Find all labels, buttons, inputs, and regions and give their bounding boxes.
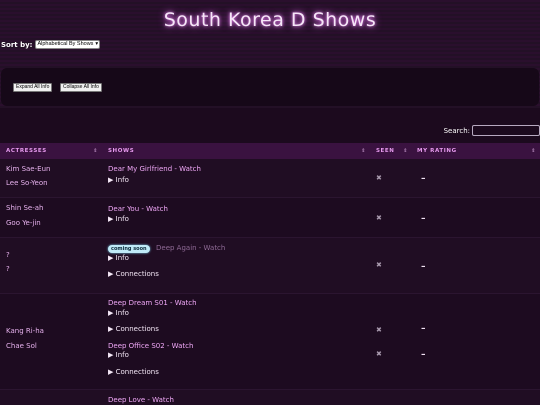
disclosure-icon: ▶ bbox=[108, 309, 114, 317]
sort-icon: ⇕ bbox=[361, 148, 366, 154]
search-label: Search: bbox=[443, 126, 470, 135]
select-arrow-icon: ▾ bbox=[95, 41, 99, 47]
actress-name[interactable]: Lee So-Yeon bbox=[6, 179, 48, 187]
rating-value: – bbox=[421, 324, 426, 334]
th-actresses[interactable]: ACTRESSES ⇕ bbox=[6, 143, 102, 159]
disclosure-icon: ▶ bbox=[108, 215, 114, 223]
rating-value: – bbox=[421, 174, 426, 184]
seen-icon: ✖ bbox=[376, 174, 382, 182]
table-row: ? ? coming soon Deep Again - Watch ▶ Inf… bbox=[0, 238, 540, 294]
table-row: Kim Sae-Eun Lee So-Yeon Dear My Girlfrie… bbox=[0, 159, 540, 198]
disclosure-icon: ▶ bbox=[108, 351, 114, 359]
info-toggle[interactable]: ▶ Info bbox=[108, 176, 129, 184]
th-rating[interactable]: MY RATING ⇕ bbox=[417, 143, 540, 159]
sort-icon: ⇕ bbox=[93, 148, 98, 154]
actress-name[interactable]: Kim Sae-Eun bbox=[6, 165, 50, 173]
show-link[interactable]: Deep Love - Watch bbox=[108, 396, 174, 404]
sort-control: Sort by: Alphabetical By Shows ▾ bbox=[1, 40, 101, 49]
show-link[interactable]: Deep Again - Watch bbox=[156, 244, 225, 252]
coming-soon-badge: coming soon bbox=[108, 245, 150, 253]
rating-value: – bbox=[421, 350, 426, 360]
search-bar: Search: bbox=[444, 125, 540, 136]
rating-value: – bbox=[421, 214, 426, 224]
rating-value: – bbox=[421, 262, 426, 272]
connections-toggle[interactable]: ▶ Connections bbox=[108, 270, 159, 278]
info-toggle[interactable]: ▶ Info bbox=[108, 309, 129, 317]
disclosure-icon: ▶ bbox=[108, 254, 114, 262]
seen-icon: ✖ bbox=[376, 350, 382, 358]
connections-toggle[interactable]: ▶ Connections bbox=[108, 325, 159, 333]
show-link[interactable]: Deep Dream S01 - Watch bbox=[108, 299, 197, 307]
show-link[interactable]: Deep Office S02 - Watch bbox=[108, 342, 193, 350]
search-input[interactable] bbox=[472, 125, 540, 136]
info-toggle[interactable]: ▶ Info bbox=[108, 254, 129, 262]
actress-name[interactable]: Shin Se-ah bbox=[6, 204, 44, 212]
seen-icon: ✖ bbox=[376, 326, 382, 334]
table-row: Deep Love - Watch bbox=[0, 390, 540, 405]
th-shows[interactable]: SHOWS ⇕ bbox=[108, 143, 370, 159]
actress-name[interactable]: Chae Sol bbox=[6, 342, 37, 350]
page-title: South Korea D Shows bbox=[163, 9, 377, 31]
actress-name[interactable]: Kang Ri-ha bbox=[6, 327, 44, 335]
connections-toggle[interactable]: ▶ Connections bbox=[108, 368, 159, 376]
sort-label: Sort by: bbox=[1, 40, 33, 49]
table-row: Kang Ri-ha Chae Sol Deep Dream S01 - Wat… bbox=[0, 294, 540, 390]
info-toggle[interactable]: ▶ Info bbox=[108, 351, 129, 359]
actress-name[interactable]: ? bbox=[6, 251, 10, 259]
seen-icon: ✖ bbox=[376, 214, 382, 222]
sort-selected-value: Alphabetical By Shows bbox=[37, 41, 94, 47]
actress-name[interactable]: Goo Ye-jin bbox=[6, 219, 41, 227]
disclosure-icon: ▶ bbox=[108, 270, 114, 278]
info-toggle[interactable]: ▶ Info bbox=[108, 215, 129, 223]
sort-select[interactable]: Alphabetical By Shows ▾ bbox=[35, 40, 101, 49]
th-seen[interactable]: SEEN ⇕ bbox=[376, 143, 412, 159]
actress-name[interactable]: ? bbox=[6, 265, 10, 273]
seen-icon: ✖ bbox=[376, 261, 382, 269]
show-link[interactable]: Dear You - Watch bbox=[108, 205, 168, 213]
table-header: ACTRESSES ⇕ SHOWS ⇕ SEEN ⇕ MY RATING ⇕ bbox=[0, 143, 540, 159]
sort-icon: ⇕ bbox=[531, 148, 536, 154]
disclosure-icon: ▶ bbox=[108, 176, 114, 184]
show-link[interactable]: Dear My Girlfriend - Watch bbox=[108, 165, 201, 173]
expand-all-button[interactable]: Expand All Info bbox=[13, 83, 53, 92]
disclosure-icon: ▶ bbox=[108, 325, 114, 333]
sort-icon: ⇕ bbox=[403, 148, 408, 154]
disclosure-icon: ▶ bbox=[108, 368, 114, 376]
table-row: Shin Se-ah Goo Ye-jin Dear You - Watch ▶… bbox=[0, 198, 540, 238]
collapse-all-button[interactable]: Collapse All Info bbox=[60, 83, 102, 92]
